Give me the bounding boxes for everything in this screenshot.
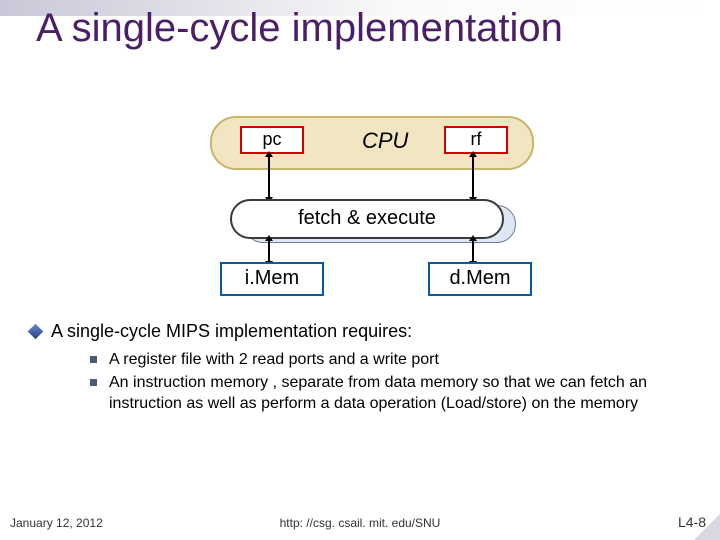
pc-register: pc [240, 126, 304, 154]
square-icon [90, 356, 97, 363]
lead-text: A single-cycle MIPS implementation requi… [51, 320, 412, 343]
body-content: A single-cycle MIPS implementation requi… [30, 320, 690, 416]
diamond-icon [28, 324, 44, 340]
bullet-lvl1: A single-cycle MIPS implementation requi… [30, 320, 690, 343]
list-item: An instruction memory , separate from da… [90, 372, 690, 414]
fetch-execute-label: fetch & execute [230, 199, 504, 239]
arrow-dmem [472, 240, 474, 262]
rf-register: rf [444, 126, 508, 154]
imem-box: i.Mem [220, 262, 324, 296]
list-item: A register file with 2 read ports and a … [90, 349, 690, 370]
slide-title: A single-cycle implementation [36, 6, 563, 50]
arrow-pc [268, 156, 270, 198]
arrow-rf [472, 156, 474, 198]
sub-bullets: A register file with 2 read ports and a … [90, 349, 690, 414]
square-icon [90, 379, 97, 386]
page-curl-icon [694, 514, 720, 540]
bullet-text: A register file with 2 read ports and a … [109, 349, 439, 370]
bullet-text: An instruction memory , separate from da… [109, 372, 690, 414]
dmem-box: d.Mem [428, 262, 532, 296]
cpu-label: CPU [362, 128, 408, 154]
arrow-imem [268, 240, 270, 262]
diagram: CPU pc rf fetch & execute i.Mem d.Mem [170, 116, 570, 306]
footer-url: http: //csg. csail. mit. edu/SNU [0, 516, 720, 530]
